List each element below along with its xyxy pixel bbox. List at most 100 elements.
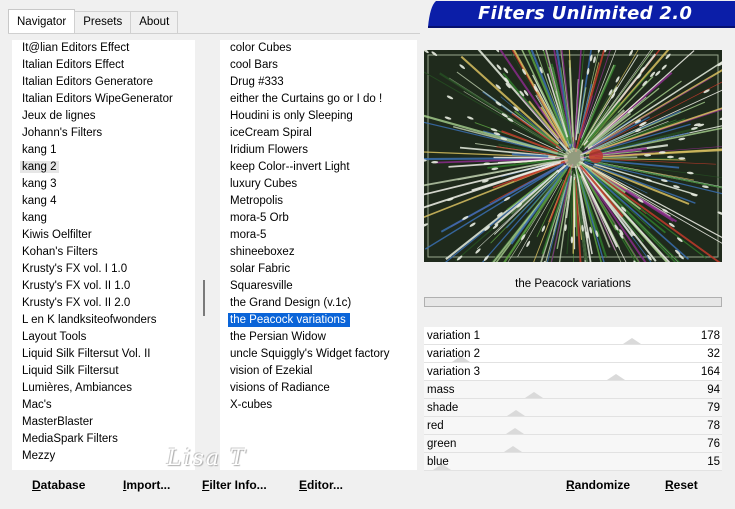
category-item[interactable]: Lumières, Ambiances [12, 380, 195, 397]
category-item[interactable]: Italian Editors Generatore [12, 74, 195, 91]
filter-item[interactable]: X-cubes [220, 397, 417, 414]
category-item[interactable]: Krusty's FX vol. II 2.0 [12, 295, 195, 312]
filter-item[interactable]: mora-5 Orb [220, 210, 417, 227]
category-item[interactable]: Italian Editors Effect [12, 57, 195, 74]
category-item-label: Italian Editors WipeGenerator [22, 93, 173, 105]
filter-item[interactable]: luxury Cubes [220, 176, 417, 193]
parameter-slider[interactable]: mass 94 [424, 381, 722, 399]
filter-item[interactable]: iceCream Spiral [220, 125, 417, 142]
category-item[interactable]: MasterBlaster [12, 414, 195, 431]
filter-item[interactable]: shineeboxez [220, 244, 417, 261]
category-item-label: Italian Editors Generatore [22, 76, 154, 88]
category-item[interactable]: Mac's [12, 397, 195, 414]
filter-item[interactable]: mora-5 [220, 227, 417, 244]
category-item-label: L en K landksiteofwonders [22, 314, 157, 326]
category-item[interactable]: Jeux de lignes [12, 108, 195, 125]
category-item[interactable]: L en K landksiteofwonders [12, 312, 195, 329]
filter-item[interactable]: either the Curtains go or I do ! [220, 91, 417, 108]
category-item[interactable]: Krusty's FX vol. I 1.0 [12, 261, 195, 278]
filter-item[interactable]: the Peacock variations [220, 312, 417, 329]
tab-about[interactable]: About [130, 11, 179, 33]
randomize-button[interactable]: Randomize [566, 478, 630, 492]
parameter-slider[interactable]: variation 1 178 [424, 327, 722, 345]
category-list[interactable]: It@lian Editors Effect Italian Editors Ef… [12, 40, 195, 470]
filter-item-label: solar Fabric [230, 263, 291, 275]
filter-item[interactable]: vision of Ezekial [220, 363, 417, 380]
filter-item-label: color Cubes [230, 42, 292, 54]
parameter-label: variation 3 [427, 366, 481, 378]
filter-item[interactable]: Iridium Flowers [220, 142, 417, 159]
category-item-label: Layout Tools [22, 331, 87, 343]
category-item[interactable]: kang 2 [12, 159, 195, 176]
category-item[interactable]: kang [12, 210, 195, 227]
filter-item-label: iceCream Spiral [230, 127, 312, 139]
scrollbar-thumb[interactable] [203, 280, 205, 316]
category-item[interactable]: Johann's Filters [12, 125, 195, 142]
category-item[interactable]: Liquid Silk Filtersut Vol. II [12, 346, 195, 363]
filter-item[interactable]: the Grand Design (v.1c) [220, 295, 417, 312]
filter-item[interactable]: cool Bars [220, 57, 417, 74]
filter-item[interactable]: Drug #333 [220, 74, 417, 91]
slider-thumb[interactable] [504, 446, 522, 452]
parameter-label: blue [427, 456, 449, 468]
navigator-tabs: Navigator Presets About [8, 9, 179, 33]
reset-button[interactable]: Reset [665, 478, 698, 492]
tab-divider [8, 33, 420, 34]
editor-button[interactable]: Editor... [299, 478, 343, 492]
filter-item-label: mora-5 Orb [230, 212, 289, 224]
category-scrollbar[interactable] [198, 40, 216, 470]
parameter-slider[interactable]: red 78 [424, 417, 722, 435]
category-item-label: It@lian Editors Effect [22, 42, 130, 54]
category-item-label: kang 1 [22, 144, 57, 156]
database-button[interactable]: Database [32, 478, 85, 492]
watermark-signature: Lisa T [167, 446, 247, 471]
slider-thumb[interactable] [507, 410, 525, 416]
filter-item[interactable]: Metropolis [220, 193, 417, 210]
parameter-value: 15 [707, 456, 720, 468]
parameter-slider[interactable]: variation 2 32 [424, 345, 722, 363]
category-item[interactable]: Kiwis Oelfilter [12, 227, 195, 244]
import-button[interactable]: Import... [123, 478, 170, 492]
filter-item-label: visions of Radiance [230, 382, 330, 394]
parameter-value: 94 [707, 384, 720, 396]
parameter-slider[interactable]: blue 15 [424, 453, 722, 471]
category-item[interactable]: kang 1 [12, 142, 195, 159]
filter-item-label: keep Color--invert Light [230, 161, 350, 173]
slider-thumb[interactable] [607, 374, 625, 380]
slider-thumb[interactable] [506, 428, 524, 434]
category-item[interactable]: kang 3 [12, 176, 195, 193]
tab-navigator[interactable]: Navigator [8, 9, 76, 33]
category-item[interactable]: kang 4 [12, 193, 195, 210]
filter-item[interactable]: color Cubes [220, 40, 417, 57]
category-item-label: Mac's [22, 399, 52, 411]
filter-item[interactable]: Squaresville [220, 278, 417, 295]
filter-item[interactable]: keep Color--invert Light [220, 159, 417, 176]
parameter-slider[interactable]: shade 79 [424, 399, 722, 417]
category-item[interactable]: Kohan's Filters [12, 244, 195, 261]
category-item[interactable]: It@lian Editors Effect [12, 40, 195, 57]
filter-item[interactable]: the Persian Widow [220, 329, 417, 346]
filter-info-button[interactable]: Filter Info... [202, 478, 267, 492]
category-item-label: Lumières, Ambiances [22, 382, 132, 394]
tab-presets[interactable]: Presets [74, 11, 132, 33]
category-item[interactable]: Layout Tools [12, 329, 195, 346]
category-item[interactable]: Liquid Silk Filtersut [12, 363, 195, 380]
category-item-label: kang [22, 212, 47, 224]
category-item-label: MediaSpark Filters [22, 433, 118, 445]
filter-item[interactable]: Houdini is only Sleeping [220, 108, 417, 125]
filter-item-label: shineeboxez [230, 246, 295, 258]
slider-thumb[interactable] [525, 392, 543, 398]
parameter-slider[interactable]: variation 3 164 [424, 363, 722, 381]
slider-thumb[interactable] [623, 338, 641, 344]
filter-item[interactable]: uncle Squiggly's Widget factory [220, 346, 417, 363]
category-item[interactable]: Krusty's FX vol. II 1.0 [12, 278, 195, 295]
filter-item[interactable]: visions of Radiance [220, 380, 417, 397]
category-item-label: Italian Editors Effect [22, 59, 125, 71]
category-item-label: Liquid Silk Filtersut [22, 365, 119, 377]
filter-item[interactable]: solar Fabric [220, 261, 417, 278]
filter-list[interactable]: color Cubes cool Bars Drug #333 either the … [220, 40, 417, 470]
category-item[interactable]: Italian Editors WipeGenerator [12, 91, 195, 108]
category-item-label: Mezzy [22, 450, 56, 462]
parameter-slider[interactable]: green 76 [424, 435, 722, 453]
category-item-label: kang 3 [22, 178, 57, 190]
